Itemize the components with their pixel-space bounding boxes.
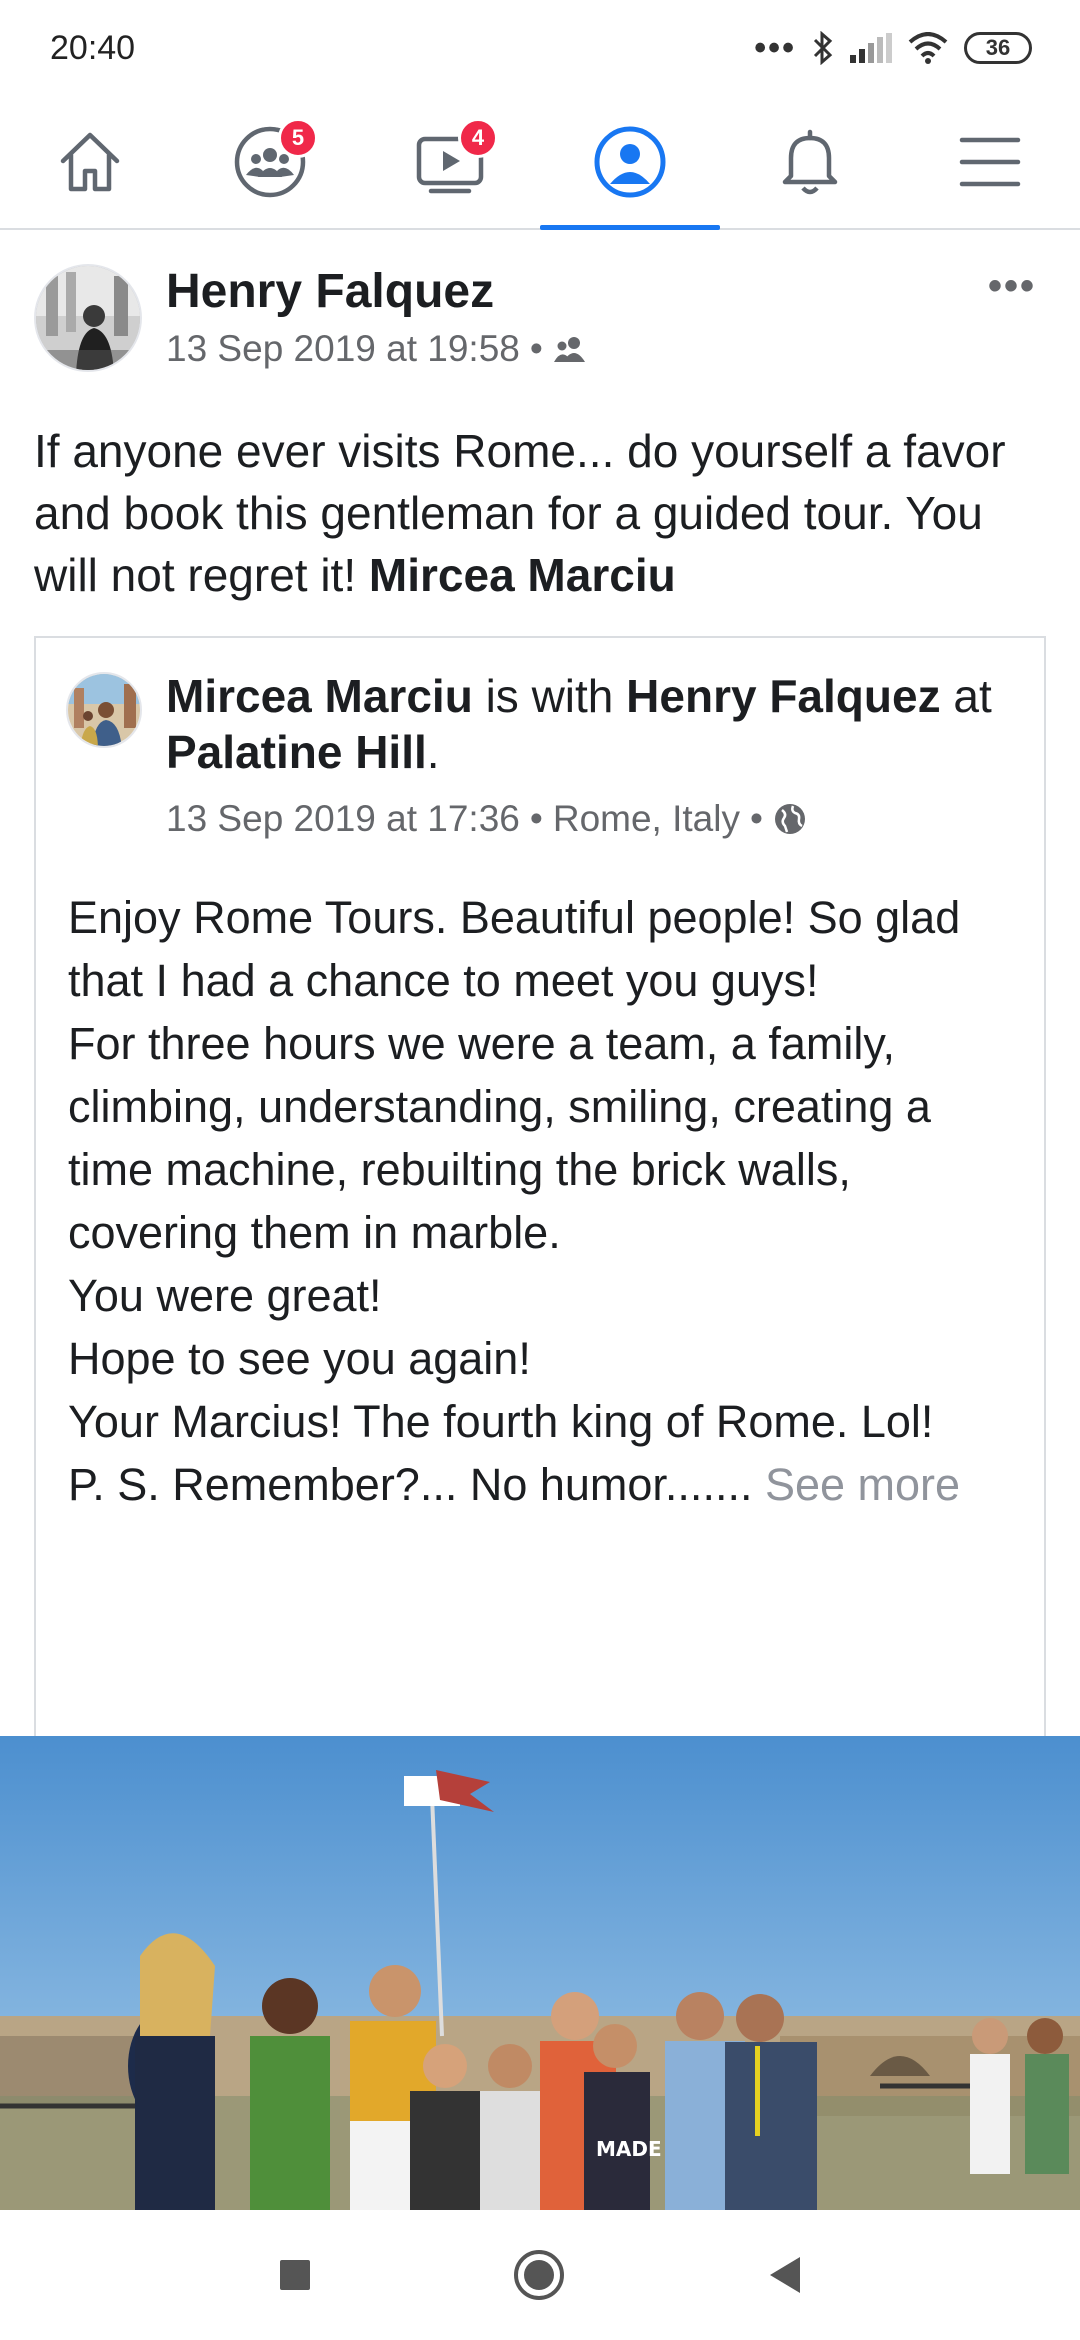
android-nav-bar	[0, 2210, 1080, 2340]
tab-watch[interactable]: 4	[360, 96, 540, 228]
post-text: If anyone ever visits Rome... do yoursel…	[34, 420, 1046, 606]
shared-author-avatar[interactable]	[66, 672, 142, 748]
shared-header: Mircea Marciu is with Henry Falquez at P…	[166, 668, 1026, 780]
watch-badge: 4	[458, 118, 498, 158]
tab-profile[interactable]	[540, 96, 720, 230]
shared-body: Enjoy Rome Tours. Beautiful people! So g…	[68, 886, 1028, 1516]
status-icons: ••• 36	[754, 29, 1032, 68]
home-icon	[60, 132, 120, 192]
is-with-text: is with	[472, 670, 627, 722]
shared-line: Enjoy Rome Tours. Beautiful people! So g…	[68, 892, 973, 1006]
tagged-person-link[interactable]: Mircea Marciu	[369, 549, 676, 601]
top-nav-bar: 5 4	[0, 96, 1080, 230]
shared-line: For three hours we were a team, a family…	[68, 1018, 944, 1258]
status-bar: 20:40 ••• 36	[0, 0, 1080, 96]
signal-icon	[850, 33, 892, 63]
shared-location[interactable]: Rome, Italy	[553, 798, 740, 840]
author-avatar[interactable]	[34, 264, 142, 372]
recents-button-icon[interactable]	[278, 2258, 312, 2292]
status-time: 20:40	[50, 28, 136, 67]
shared-meta: 13 Sep 2019 at 17:36 • Rome, Italy •	[166, 798, 807, 840]
shared-line: You were great!	[68, 1270, 382, 1321]
post-photo[interactable]: MADE IN 09	[0, 1736, 1080, 2210]
shared-timestamp[interactable]: 13 Sep 2019 at 17:36	[166, 798, 520, 840]
bell-icon	[782, 129, 838, 195]
groups-badge: 5	[278, 118, 318, 158]
wifi-icon	[908, 32, 948, 64]
post-meta: 13 Sep 2019 at 19:58 •	[166, 328, 587, 370]
meta-separator: •	[529, 798, 543, 839]
tab-home[interactable]	[0, 96, 180, 228]
menu-icon	[959, 137, 1021, 187]
see-more-link[interactable]: See more	[765, 1459, 960, 1510]
shared-line: Hope to see you again!	[68, 1333, 531, 1384]
with-person-link[interactable]: Henry Falquez	[626, 670, 940, 722]
tab-menu[interactable]	[900, 96, 1080, 228]
tab-notifications[interactable]	[720, 96, 900, 228]
bluetooth-icon	[813, 31, 833, 65]
home-button-icon[interactable]	[512, 2248, 566, 2302]
globe-icon	[774, 804, 805, 834]
at-text: at	[940, 670, 992, 722]
friends-audience-icon	[553, 337, 585, 362]
post-options-icon[interactable]: •••	[988, 264, 1036, 309]
more-notifications-icon: •••	[754, 28, 796, 67]
meta-separator: •	[529, 328, 543, 369]
shared-post[interactable]: Mircea Marciu is with Henry Falquez at P…	[34, 636, 1046, 1736]
shared-last-line-text: P. S. Remember?... No humor.......	[68, 1459, 765, 1510]
shared-line-last: P. S. Remember?... No humor....... See m…	[68, 1453, 1028, 1516]
shared-author-link[interactable]: Mircea Marciu	[166, 670, 473, 722]
tab-groups[interactable]: 5	[180, 96, 360, 228]
post-header: Henry Falquez 13 Sep 2019 at 19:58 • •••	[34, 264, 1046, 378]
post-timestamp[interactable]: 13 Sep 2019 at 19:58	[166, 328, 520, 370]
meta-separator: •	[749, 798, 763, 839]
back-button-icon[interactable]	[766, 2255, 802, 2295]
battery-indicator: 36	[964, 32, 1032, 64]
profile-icon	[594, 126, 666, 198]
shared-line: Your Marcius! The fourth king of Rome. L…	[68, 1396, 934, 1447]
place-link[interactable]: Palatine Hill	[166, 726, 427, 778]
period-text: .	[426, 726, 440, 778]
author-name[interactable]: Henry Falquez	[166, 264, 494, 319]
